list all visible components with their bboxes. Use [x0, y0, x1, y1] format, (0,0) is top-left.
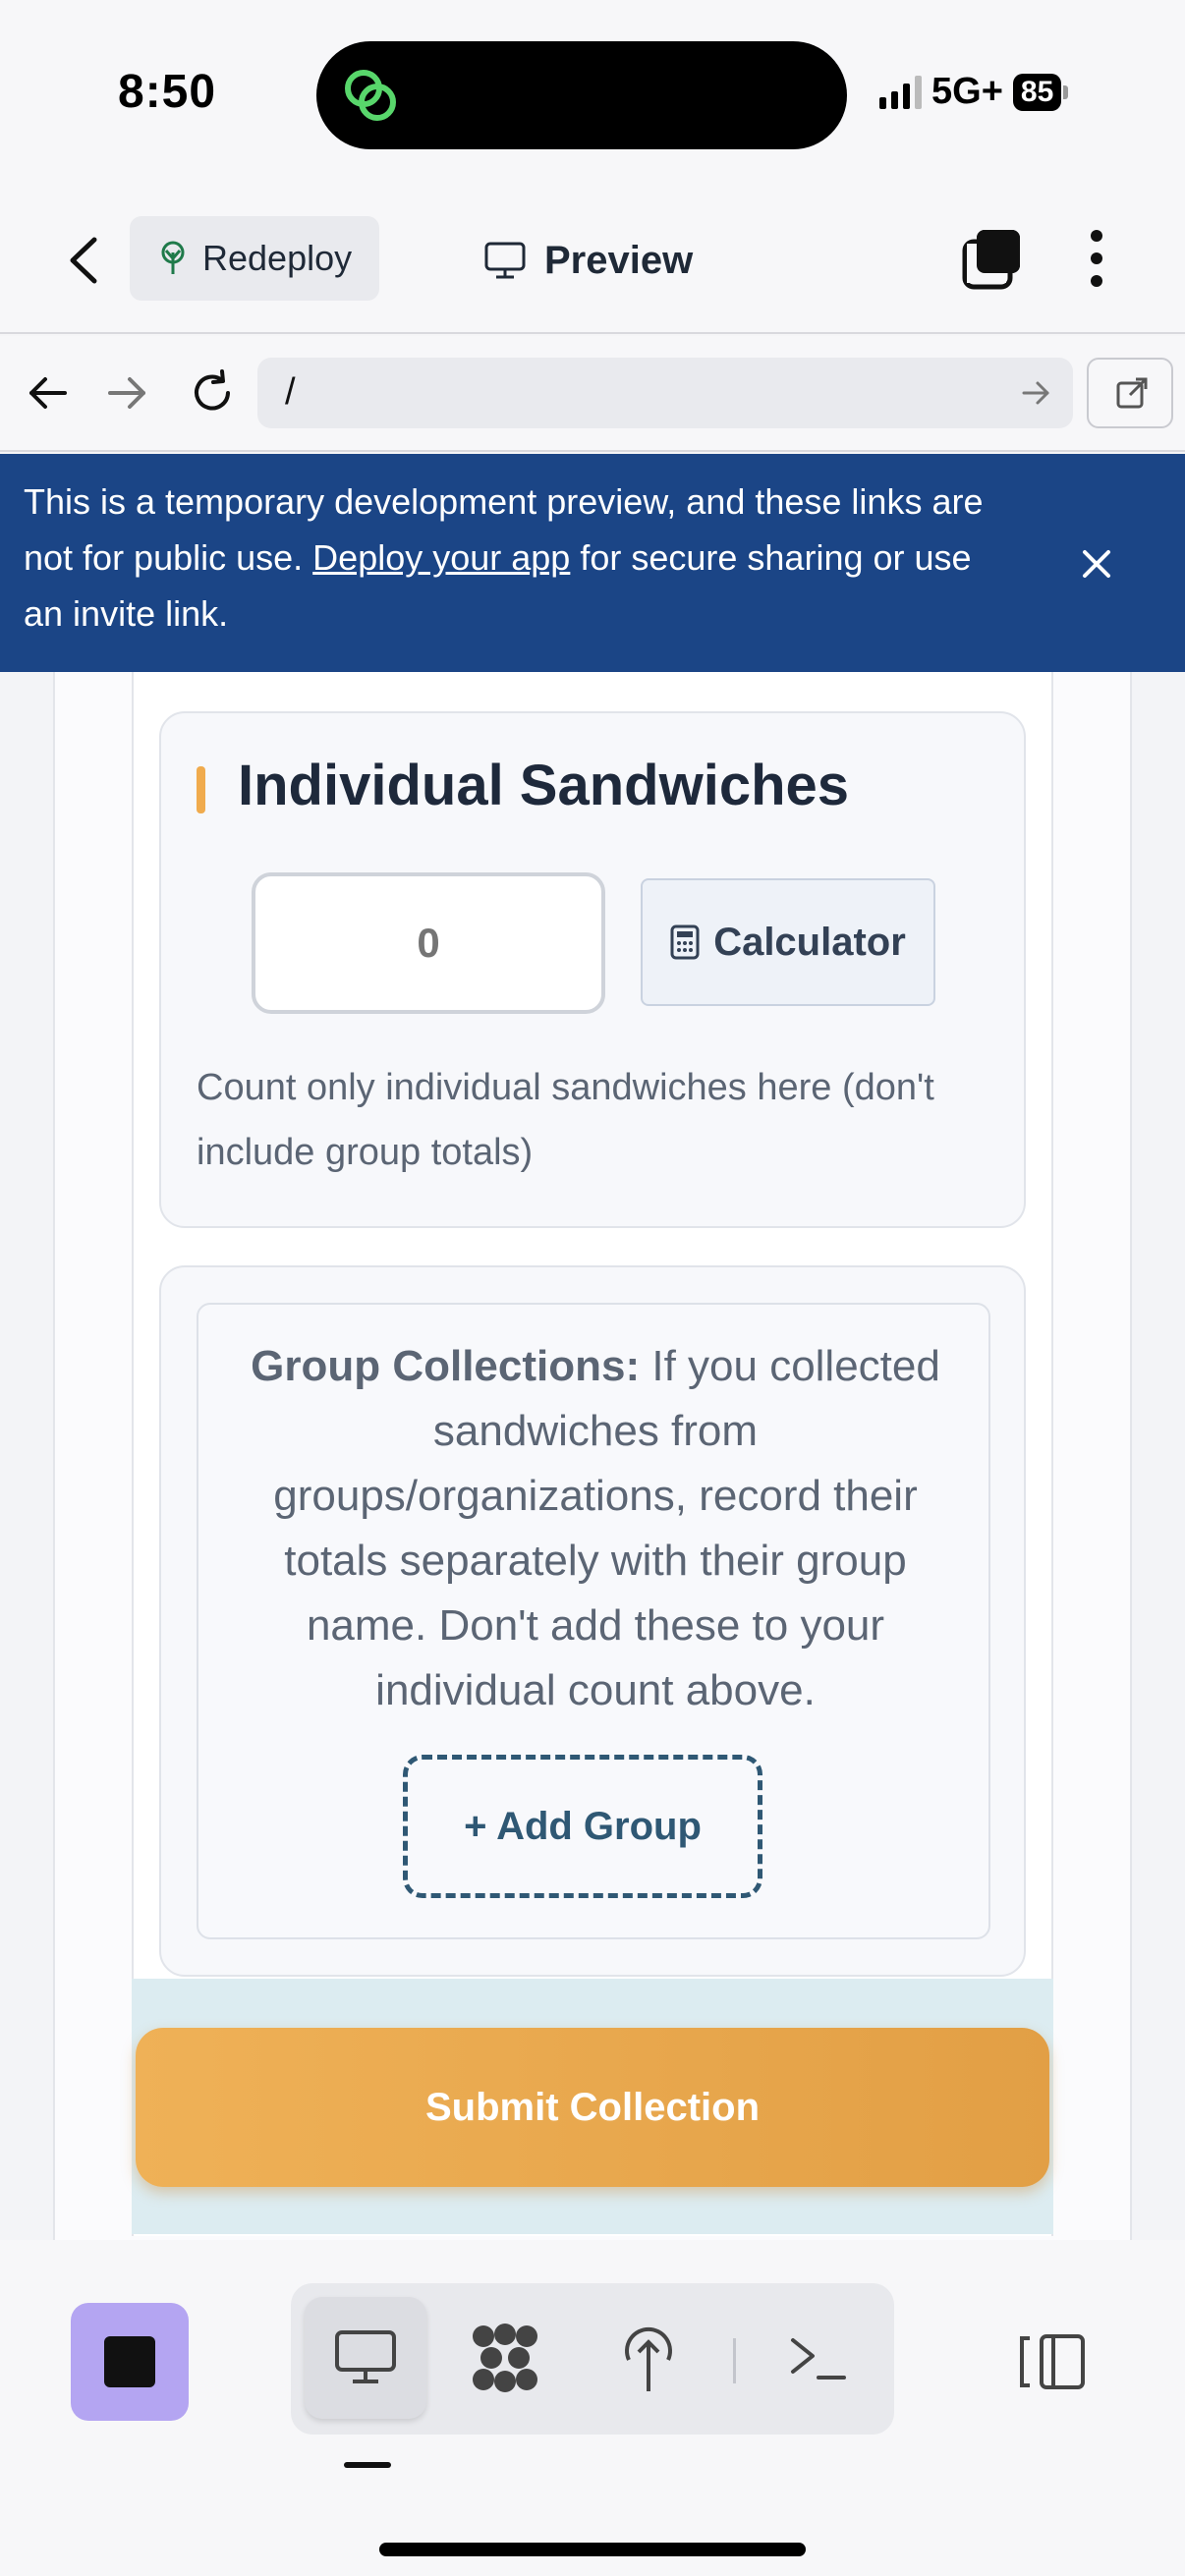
dynamic-island [316, 41, 847, 149]
link-rings-icon [345, 70, 396, 121]
external-link-icon [1116, 377, 1148, 409]
windows-icon[interactable] [961, 226, 1024, 291]
group-collections-description: If you collected sandwiches from groups/… [273, 1342, 940, 1714]
submit-collection-button[interactable]: Submit Collection [136, 2028, 1049, 2187]
monitor-icon [484, 242, 526, 279]
calculator-label: Calculator [713, 920, 906, 964]
status-time: 8:50 [118, 66, 217, 118]
browser-toolbar: / [0, 336, 1185, 452]
back-chevron-icon[interactable] [59, 226, 108, 295]
signal-icon [879, 75, 922, 109]
monitor-icon [335, 2330, 396, 2383]
active-tab-indicator [344, 2462, 391, 2468]
blob-grid-icon [473, 2324, 537, 2392]
deploy-tree-icon [625, 2326, 672, 2391]
sidebar-toggle-icon[interactable] [1018, 2330, 1089, 2393]
help-text: Count only individual sandwiches here (d… [197, 1067, 934, 1173]
group-collections-panel: Group Collections: If you collected sand… [197, 1303, 990, 1939]
group-collections-text: Group Collections: If you collected sand… [228, 1334, 963, 1723]
banner-text: This is a temporary development preview,… [24, 474, 1016, 642]
url-input[interactable]: / [257, 358, 1073, 428]
stop-icon [104, 2336, 155, 2387]
toolbar-divider [733, 2338, 736, 2383]
status-bar: 8:50 5G+ 85 [0, 0, 1185, 187]
console-tool-button[interactable] [757, 2297, 878, 2419]
app-header: Redeploy Preview [0, 187, 1185, 334]
reload-icon[interactable] [185, 365, 240, 420]
calculator-icon [670, 924, 700, 960]
app-screen: 8:50 5G+ 85 Redeploy Preview / This is a… [0, 0, 1185, 2576]
status-indicators: 5G+ 85 [879, 71, 1069, 113]
group-collections-heading: Group Collections: [251, 1342, 641, 1390]
group-collections-card: Group Collections: If you collected sand… [159, 1265, 1026, 1977]
stop-button[interactable] [71, 2303, 189, 2421]
terminal-icon [791, 2338, 846, 2380]
redeploy-button[interactable]: Redeploy [130, 216, 379, 301]
battery-level: 85 [1012, 73, 1062, 111]
close-icon[interactable] [1073, 540, 1120, 588]
home-indicator [379, 2543, 806, 2556]
network-label: 5G+ [931, 71, 1003, 112]
back-arrow-icon[interactable] [20, 365, 75, 420]
tool-group [291, 2283, 894, 2435]
deploy-app-link[interactable]: Deploy your app [312, 537, 570, 578]
individual-sandwiches-card: Individual Sandwiches Calculator Count o… [159, 711, 1026, 1228]
redeploy-label: Redeploy [202, 238, 353, 278]
preview-tool-button[interactable] [305, 2297, 426, 2419]
open-external-button[interactable] [1087, 358, 1173, 428]
forward-arrow-icon[interactable] [100, 365, 155, 420]
add-group-button[interactable]: + Add Group [403, 1755, 762, 1898]
battery-icon [1063, 84, 1069, 99]
calculator-button[interactable]: Calculator [641, 878, 935, 1006]
url-text: / [285, 371, 296, 413]
go-arrow-icon[interactable] [1018, 375, 1053, 411]
preview-label: Preview [544, 238, 694, 282]
accent-bar [197, 766, 205, 813]
deploy-tree-icon [161, 241, 185, 274]
deploy-tool-button[interactable] [588, 2297, 709, 2419]
dev-preview-banner: This is a temporary development preview,… [0, 454, 1185, 672]
preview-tab[interactable]: Preview [483, 226, 693, 295]
workspace-tool-button[interactable] [444, 2297, 566, 2419]
sandwich-count-input[interactable] [252, 872, 605, 1014]
card-title: Individual Sandwiches [238, 754, 850, 817]
bottom-toolbar [0, 2240, 1185, 2576]
preview-content[interactable]: Individual Sandwiches Calculator Count o… [0, 672, 1185, 2240]
more-vertical-icon[interactable] [1079, 224, 1114, 293]
